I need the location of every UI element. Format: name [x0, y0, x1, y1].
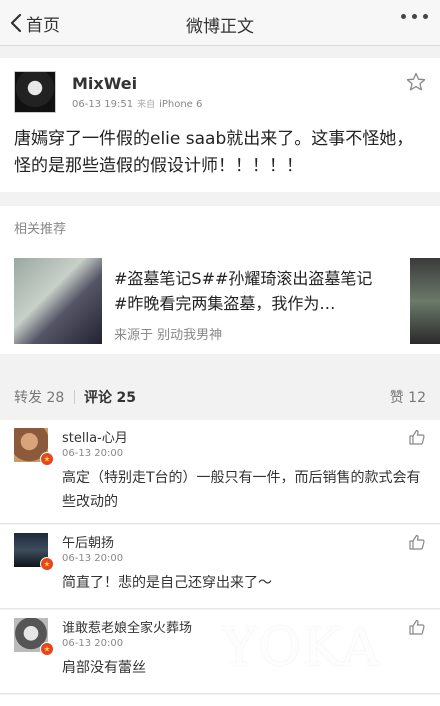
comment-text: 简直了！悲的是自己还穿出来了～	[62, 575, 272, 591]
member-badge-icon	[40, 642, 54, 656]
comment-item: stella-心月 06-13 20:00 高定（特别走T台的）一般只有一件，而…	[0, 420, 440, 524]
tab-comments[interactable]: 评论 25	[84, 387, 136, 407]
favorite-star-icon[interactable]	[406, 72, 426, 92]
commenter-name[interactable]: 午后朝扬	[62, 532, 114, 551]
comment-text: 高定（特别走T台的）一般只有一件，而后销售的款式会有些改动的	[62, 470, 421, 510]
commenter-name[interactable]: stella-心月	[62, 427, 128, 446]
tab-divider	[74, 390, 75, 404]
related-section: 相关推荐 #盗墓笔记S##孙耀琦滚出盗墓笔记#昨晚看完两集盗墓，我作为… 来源于…	[0, 206, 440, 354]
author-avatar[interactable]	[14, 71, 56, 113]
source-label: 来自	[137, 100, 156, 110]
weibo-post: MixWei 06-13 19:51 来自 iPhone 6 唐嫣穿了一件假的e…	[0, 58, 440, 192]
related-item-source: 来源于 别动我男神	[114, 328, 223, 343]
comment-time: 06-13 20:00	[62, 448, 124, 459]
post-meta: 06-13 19:51 来自 iPhone 6	[72, 97, 202, 110]
comment-time: 06-13 20:00	[62, 553, 124, 564]
post-text: 唐嫣穿了一件假的elie saab就出来了。这事不怪她，怪的是那些造假的假设计师…	[14, 129, 414, 176]
thumbs-up-icon[interactable]	[408, 618, 426, 636]
thumbs-up-icon[interactable]	[408, 428, 426, 446]
comment-item: 午后朝扬 06-13 20:00 简直了！悲的是自己还穿出来了～	[0, 525, 440, 609]
interaction-tabs: 转发 28 评论 25 赞 12	[0, 370, 440, 414]
thumbs-up-icon[interactable]	[408, 533, 426, 551]
related-thumbnail-next[interactable]	[410, 258, 440, 344]
nav-bar: 首页 微博正文	[0, 0, 440, 46]
post-source: iPhone 6	[159, 99, 203, 110]
comment-time: 06-13 20:00	[62, 638, 124, 649]
more-dots-icon[interactable]	[401, 14, 428, 19]
member-badge-icon	[40, 557, 54, 571]
related-thumbnail[interactable]	[14, 258, 102, 344]
related-title: 相关推荐	[14, 222, 67, 237]
tab-likes[interactable]: 赞 12	[390, 387, 426, 407]
author-name[interactable]: MixWei	[72, 74, 137, 93]
related-item-text[interactable]: #盗墓笔记S##孙耀琦滚出盗墓笔记#昨晚看完两集盗墓，我作为…	[114, 266, 384, 316]
comment-item-partial	[0, 695, 440, 706]
tab-repost[interactable]: 转发 28	[14, 387, 64, 407]
comment-item: 谁敢惹老娘全家火葬场 06-13 20:00 肩部没有蕾丝	[0, 610, 440, 694]
commenter-name[interactable]: 谁敢惹老娘全家火葬场	[62, 617, 192, 636]
comment-text: 肩部没有蕾丝	[62, 660, 146, 676]
member-badge-icon	[40, 452, 54, 466]
post-time: 06-13 19:51	[72, 99, 134, 110]
page-title: 微博正文	[186, 17, 254, 37]
